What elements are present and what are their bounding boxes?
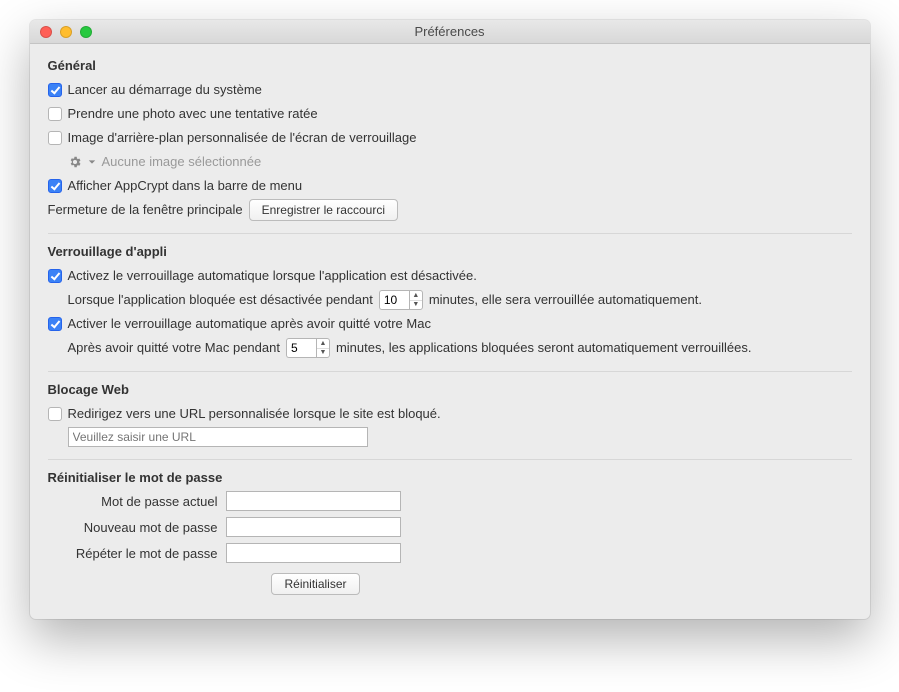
- autolock-leave-label: Activer le verrouillage automatique aprè…: [68, 313, 431, 335]
- zoom-icon[interactable]: [80, 26, 92, 38]
- redirect-url-input[interactable]: [68, 427, 368, 447]
- custom-bg-checkbox[interactable]: [48, 131, 62, 145]
- reset-password-form: Mot de passe actuel Nouveau mot de passe…: [68, 491, 852, 563]
- no-image-selected-label: Aucune image sélectionnée: [102, 151, 262, 173]
- idle-minutes-input[interactable]: [379, 290, 409, 310]
- leave-minutes-input[interactable]: [286, 338, 316, 358]
- redirect-url-label: Redirigez vers une URL personnalisée lor…: [68, 403, 441, 425]
- chevron-down-icon[interactable]: ▼: [410, 301, 422, 310]
- gear-icon[interactable]: [68, 155, 82, 169]
- titlebar[interactable]: Préférences: [30, 20, 870, 44]
- leave-stepper-arrows[interactable]: ▲ ▼: [316, 338, 330, 358]
- chevron-up-icon[interactable]: ▲: [317, 339, 329, 349]
- record-shortcut-button[interactable]: Enregistrer le raccourci: [249, 199, 398, 221]
- window-title: Préférences: [30, 24, 870, 39]
- show-in-menubar-label: Afficher AppCrypt dans la barre de menu: [68, 175, 303, 197]
- preferences-window: Préférences Général Lancer au démarrage …: [30, 20, 870, 619]
- divider: [48, 371, 852, 372]
- launch-at-startup-label: Lancer au démarrage du système: [68, 79, 262, 101]
- new-password-label: Nouveau mot de passe: [68, 520, 218, 535]
- window-controls: [40, 26, 92, 38]
- idle-sentence-post: minutes, elle sera verrouillée automatiq…: [429, 289, 702, 311]
- divider: [48, 233, 852, 234]
- show-in-menubar-checkbox[interactable]: [48, 179, 62, 193]
- section-webblock-heading: Blocage Web: [48, 382, 852, 397]
- current-password-input[interactable]: [226, 491, 401, 511]
- chevron-down-icon[interactable]: ▼: [317, 349, 329, 358]
- autolock-idle-checkbox[interactable]: [48, 269, 62, 283]
- chevron-up-icon[interactable]: ▲: [410, 291, 422, 301]
- close-icon[interactable]: [40, 26, 52, 38]
- repeat-password-input[interactable]: [226, 543, 401, 563]
- custom-bg-label: Image d'arrière-plan personnalisée de l'…: [68, 127, 417, 149]
- section-general-heading: Général: [48, 58, 852, 73]
- divider: [48, 459, 852, 460]
- close-main-window-label: Fermeture de la fenêtre principale: [48, 199, 243, 221]
- leave-minutes-stepper: ▲ ▼: [286, 338, 330, 358]
- launch-at-startup-checkbox[interactable]: [48, 83, 62, 97]
- idle-sentence-pre: Lorsque l'application bloquée est désact…: [68, 289, 373, 311]
- redirect-url-checkbox[interactable]: [48, 407, 62, 421]
- autolock-leave-checkbox[interactable]: [48, 317, 62, 331]
- chevron-down-icon[interactable]: [88, 158, 96, 166]
- new-password-input[interactable]: [226, 517, 401, 537]
- repeat-password-label: Répéter le mot de passe: [68, 546, 218, 561]
- section-applock-heading: Verrouillage d'appli: [48, 244, 852, 259]
- leave-sentence-post: minutes, les applications bloquées seron…: [336, 337, 752, 359]
- idle-stepper-arrows[interactable]: ▲ ▼: [409, 290, 423, 310]
- leave-sentence-pre: Après avoir quitté votre Mac pendant: [68, 337, 280, 359]
- current-password-label: Mot de passe actuel: [68, 494, 218, 509]
- take-photo-label: Prendre une photo avec une tentative rat…: [68, 103, 318, 125]
- take-photo-checkbox[interactable]: [48, 107, 62, 121]
- content: Général Lancer au démarrage du système P…: [30, 44, 870, 619]
- section-resetpw-heading: Réinitialiser le mot de passe: [48, 470, 852, 485]
- reset-password-button[interactable]: Réinitialiser: [271, 573, 359, 595]
- autolock-idle-label: Activez le verrouillage automatique lors…: [68, 265, 477, 287]
- idle-minutes-stepper: ▲ ▼: [379, 290, 423, 310]
- minimize-icon[interactable]: [60, 26, 72, 38]
